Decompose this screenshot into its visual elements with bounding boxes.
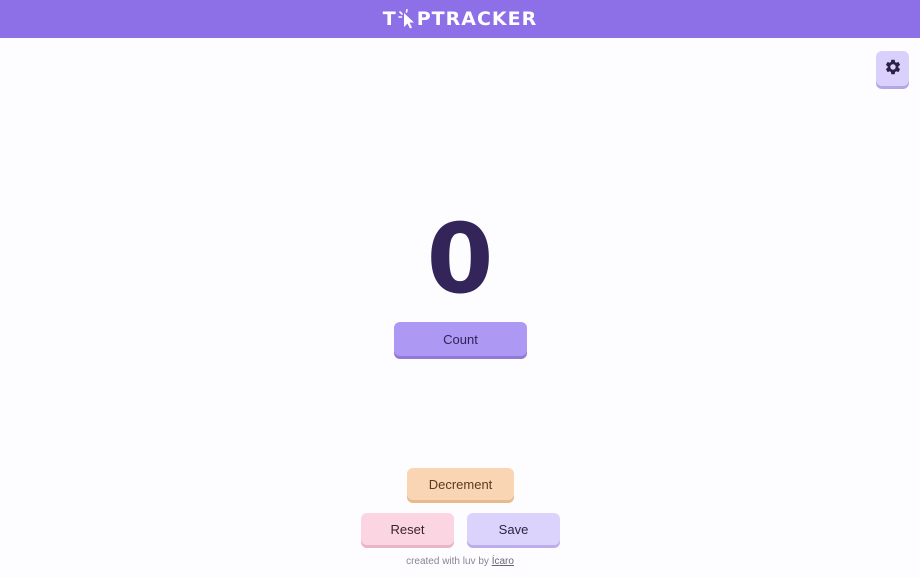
settings-button[interactable]: [876, 51, 909, 86]
gear-icon: [884, 58, 902, 79]
pointer-cursor-icon: [397, 9, 416, 29]
decrement-button[interactable]: Decrement: [407, 468, 514, 500]
footer-credit: created with luv by Ícaro: [0, 556, 920, 567]
count-button[interactable]: Count: [394, 322, 527, 356]
reset-button[interactable]: Reset: [361, 513, 454, 545]
app-header: T PTRACKER: [0, 0, 920, 38]
app-root: T PTRACKER 0 Count Decrement Reset Save …: [0, 0, 920, 578]
app-logo: T PTRACKER: [383, 8, 537, 30]
save-button[interactable]: Save: [467, 513, 560, 545]
footer-text: created with luv by: [406, 556, 492, 567]
logo-text-start: T: [382, 8, 397, 30]
counter-value: 0: [426, 203, 494, 315]
author-link[interactable]: Ícaro: [492, 556, 514, 567]
logo-text-end: PTRACKER: [416, 8, 538, 30]
